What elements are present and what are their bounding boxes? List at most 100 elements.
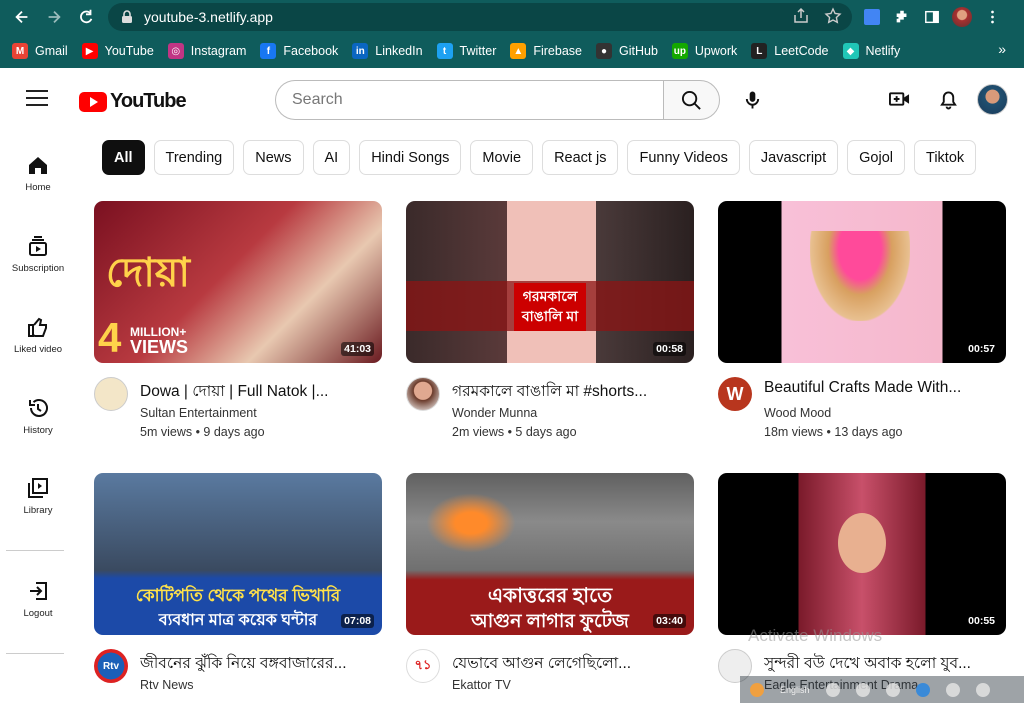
user-avatar[interactable] xyxy=(977,84,1008,115)
video-thumbnail[interactable]: 00:57 xyxy=(718,201,1006,363)
instagram-icon: ◎ xyxy=(167,43,184,59)
sidebar-item-subscription[interactable]: Subscription xyxy=(0,235,76,274)
video-title[interactable]: Beautiful Crafts Made With... xyxy=(764,379,1004,397)
bookmark-firebase[interactable]: ▲ Firebase xyxy=(510,43,582,59)
bookmarks-more-icon[interactable]: » xyxy=(998,41,1006,57)
leetcode-icon: L xyxy=(751,43,768,59)
bookmark-label: LinkedIn xyxy=(375,44,423,58)
video-title[interactable]: যেভাবে আগুন লেগেছিলো... xyxy=(452,651,692,677)
video-thumbnail[interactable]: একাত্তরের হাতে আগুন লাগার ফুটেজ 03:40 xyxy=(406,473,694,635)
firebase-icon: ▲ xyxy=(510,43,527,59)
channel-name[interactable]: Ekattor TV xyxy=(452,678,511,692)
thumb-line2: বাঙালি মা xyxy=(514,303,586,331)
channel-avatar[interactable] xyxy=(406,377,440,411)
chip-trending[interactable]: Trending xyxy=(153,140,235,175)
back-icon[interactable] xyxy=(6,1,38,33)
video-title[interactable]: সুন্দরী বউ দেখে অবাক হলো যুব... xyxy=(764,651,1004,677)
reload-icon[interactable] xyxy=(70,1,102,33)
library-icon xyxy=(28,478,48,498)
video-title[interactable]: জীবনের ঝুঁকি নিয়ে বঙ্গবাজারের... xyxy=(140,651,380,677)
chip-news[interactable]: News xyxy=(243,140,304,175)
channel-avatar[interactable] xyxy=(94,377,128,411)
info-icon[interactable] xyxy=(975,682,990,697)
thumb-line2: ব্যবধান মাত্র কয়েক ঘন্টার xyxy=(158,612,318,629)
bookmarks-bar: M Gmail ▶ YouTube ◎ Instagram f Facebook in Linke… xyxy=(0,34,1024,68)
bookmark-linkedin[interactable]: in LinkedIn xyxy=(352,43,423,59)
video-card[interactable]: দোয়া 4 MILLION+ VIEWS 41:03 Dowa | দোয়… xyxy=(94,201,382,439)
chip-tiktok[interactable]: Tiktok xyxy=(914,140,977,175)
video-title[interactable]: গরমকালে বাঙালি মা #shorts... xyxy=(452,379,692,405)
settings-icon[interactable] xyxy=(885,682,900,697)
bookmark-facebook[interactable]: f Facebook xyxy=(260,43,338,59)
video-card[interactable]: একাত্তরের হাতে আগুন লাগার ফুটেজ 03:40 ৭১… xyxy=(406,473,694,695)
star-icon[interactable] xyxy=(824,7,842,25)
youtube-logo[interactable]: YouTube xyxy=(79,90,187,113)
channel-avatar[interactable]: W xyxy=(718,377,752,411)
help-icon[interactable] xyxy=(945,682,960,697)
chip-funny-videos[interactable]: Funny Videos xyxy=(627,140,740,175)
bookmark-upwork[interactable]: up Upwork xyxy=(671,43,737,59)
video-duration: 07:08 xyxy=(341,614,374,628)
video-thumbnail[interactable]: কোটিপতি থেকে পথের ভিখারি ব্যবধান মাত্র ক… xyxy=(94,473,382,635)
create-video-icon[interactable] xyxy=(889,90,910,113)
yt-header: YouTube Search xyxy=(0,68,1024,132)
bookmark-label: Facebook xyxy=(283,44,339,58)
bookmark-instagram[interactable]: ◎ Instagram xyxy=(167,43,246,59)
menu-icon[interactable] xyxy=(26,90,48,108)
bookmark-youtube[interactable]: ▶ YouTube xyxy=(81,43,154,59)
sidepanel-icon[interactable] xyxy=(922,7,942,27)
address-bar[interactable]: youtube-3.netlify.app xyxy=(108,3,852,31)
sidebar-item-library[interactable]: Library xyxy=(0,477,76,516)
extensions-icon[interactable] xyxy=(892,7,912,27)
chip-ai[interactable]: AI xyxy=(312,140,351,175)
sidebar-item-history[interactable]: History xyxy=(0,397,76,436)
bookmark-twitter[interactable]: t Twitter xyxy=(436,43,496,59)
bookmark-github[interactable]: ● GitHub xyxy=(596,43,658,59)
sidebar-item-liked[interactable]: Liked video xyxy=(0,316,76,355)
search-button[interactable] xyxy=(663,80,720,120)
bookmark-label: YouTube xyxy=(104,44,154,58)
bookmark-leetcode[interactable]: L LeetCode xyxy=(751,43,829,59)
video-card[interactable]: গরমকালে বাঙালি মা 00:58 গরমকালে বাঙালি ম… xyxy=(406,201,694,439)
video-thumbnail[interactable]: 00:55 xyxy=(718,473,1006,635)
tray-app-icon[interactable] xyxy=(750,682,764,697)
chip-react-js[interactable]: React js xyxy=(542,140,619,175)
share-icon[interactable] xyxy=(792,7,810,25)
url-text: youtube-3.netlify.app xyxy=(144,9,273,25)
chip-javascript[interactable]: Javascript xyxy=(748,140,839,175)
video-card[interactable]: 00:57 W Beautiful Crafts Made With... Wo… xyxy=(718,201,1006,439)
video-duration: 00:58 xyxy=(653,342,686,356)
chip-movie[interactable]: Movie xyxy=(470,140,534,175)
linkedin-icon: in xyxy=(352,43,369,59)
video-card[interactable]: 00:55 সুন্দরী বউ দেখে অবাক হলো যুব... Ea… xyxy=(718,473,1006,695)
channel-name[interactable]: Rtv News xyxy=(140,678,193,692)
profile-avatar[interactable] xyxy=(952,7,972,27)
bookmark-netlify[interactable]: ◆ Netlify xyxy=(842,43,900,59)
chip-gojol[interactable]: Gojol xyxy=(847,140,906,175)
chip-all[interactable]: All xyxy=(102,140,145,175)
video-thumbnail[interactable]: গরমকালে বাঙালি মা 00:58 xyxy=(406,201,694,363)
sidebar-item-home[interactable]: Home xyxy=(0,154,76,193)
forward-icon[interactable] xyxy=(38,1,70,33)
channel-name[interactable]: Wood Mood xyxy=(764,406,831,420)
network-icon[interactable] xyxy=(825,682,840,697)
video-card[interactable]: কোটিপতি থেকে পথের ভিখারি ব্যবধান মাত্র ক… xyxy=(94,473,382,695)
channel-name[interactable]: Sultan Entertainment xyxy=(140,406,257,420)
menu-dots-icon[interactable] xyxy=(982,7,1002,27)
translate-icon[interactable] xyxy=(862,7,882,27)
bookmark-gmail[interactable]: M Gmail xyxy=(12,43,68,59)
channel-avatar[interactable]: Rtv xyxy=(94,649,128,683)
video-thumbnail[interactable]: দোয়া 4 MILLION+ VIEWS 41:03 xyxy=(94,201,382,363)
search-input[interactable]: Search xyxy=(275,80,664,120)
video-title[interactable]: Dowa | দোয়া | Full Natok |... xyxy=(140,379,380,405)
volume-icon[interactable] xyxy=(855,682,870,697)
chip-hindi-songs[interactable]: Hindi Songs xyxy=(359,140,462,175)
filter-chips: All Trending News AI Hindi Songs Movie React j… xyxy=(102,140,977,175)
channel-avatar[interactable]: ৭১ xyxy=(406,649,440,683)
language-indicator[interactable]: English xyxy=(780,685,810,695)
browser-icon[interactable] xyxy=(915,682,930,697)
sidebar-item-logout[interactable]: Logout xyxy=(0,580,76,619)
bell-icon[interactable] xyxy=(940,90,957,115)
channel-name[interactable]: Wonder Munna xyxy=(452,406,537,420)
mic-icon[interactable] xyxy=(744,90,761,115)
